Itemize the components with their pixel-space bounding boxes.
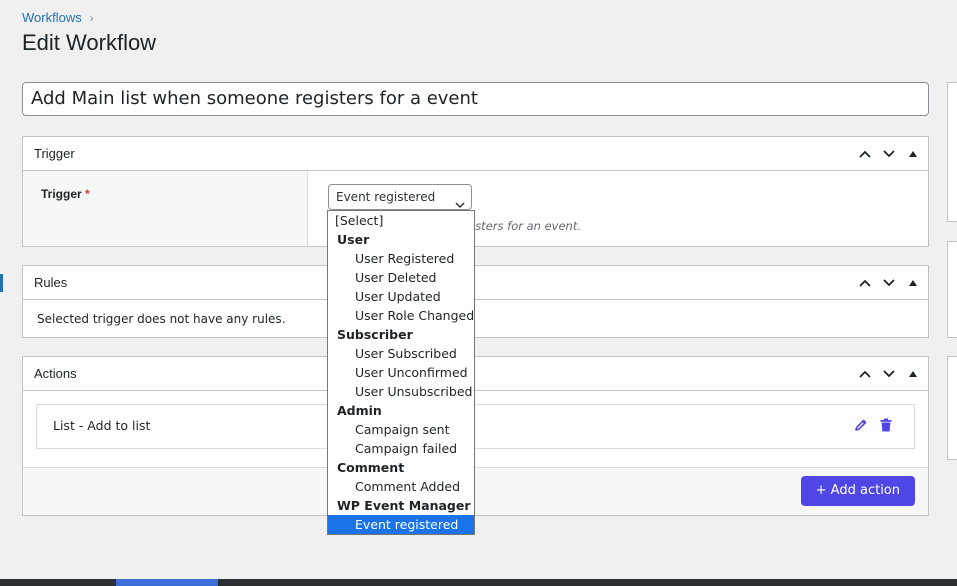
page-title: Edit Workflow bbox=[22, 30, 157, 55]
dropdown-option[interactable]: Campaign sent bbox=[328, 420, 474, 439]
required-mark: * bbox=[85, 187, 90, 201]
move-down-icon[interactable] bbox=[880, 145, 898, 163]
move-down-icon[interactable] bbox=[880, 274, 898, 292]
trigger-field-label: Trigger * bbox=[41, 187, 90, 201]
collapse-toggle-icon[interactable] bbox=[904, 145, 922, 163]
collapse-toggle-icon[interactable] bbox=[904, 274, 922, 292]
dropdown-group-label: Comment bbox=[337, 460, 405, 475]
dropdown-option[interactable]: [Select] bbox=[328, 211, 474, 230]
action-item-icons bbox=[854, 418, 892, 435]
pencil-icon[interactable] bbox=[854, 418, 868, 435]
trash-icon[interactable] bbox=[880, 418, 892, 435]
trigger-select-value: Event registered bbox=[336, 190, 436, 204]
action-item: List - Add to list bbox=[36, 404, 915, 449]
side-panel bbox=[947, 356, 957, 460]
taskbar-active-item[interactable] bbox=[116, 579, 218, 586]
actions-box-header: Actions bbox=[23, 357, 928, 391]
trigger-box: Trigger Trigger * Event registered ister… bbox=[22, 136, 929, 247]
workflow-name-input[interactable]: Add Main list when someone registers for… bbox=[22, 82, 929, 116]
trigger-select[interactable]: Event registered bbox=[328, 184, 472, 210]
breadcrumb-link-workflows[interactable]: Workflows bbox=[22, 10, 82, 25]
rules-box-controls bbox=[856, 266, 922, 299]
dropdown-option[interactable]: Comment Added bbox=[328, 477, 474, 496]
trigger-description: isters for an event. bbox=[472, 219, 582, 233]
breadcrumb-separator: › bbox=[89, 10, 94, 25]
trigger-box-controls bbox=[856, 137, 922, 170]
admin-menu-edge bbox=[0, 274, 3, 292]
dropdown-option[interactable]: User Registered bbox=[328, 249, 474, 268]
collapse-toggle-icon[interactable] bbox=[904, 365, 922, 383]
side-panel bbox=[947, 82, 957, 222]
trigger-label-text: Trigger bbox=[41, 187, 82, 201]
rules-box: Rules Selected trigger does not have any… bbox=[22, 265, 929, 338]
actions-footer: + Add action bbox=[23, 467, 928, 515]
dropdown-group-label: WP Event Manager bbox=[337, 498, 471, 513]
dropdown-option[interactable]: User Subscribed bbox=[328, 344, 474, 363]
move-up-icon[interactable] bbox=[856, 145, 874, 163]
trigger-box-header: Trigger bbox=[23, 137, 928, 171]
side-panel bbox=[947, 241, 957, 338]
actions-box-controls bbox=[856, 357, 922, 390]
dropdown-option[interactable]: User Unconfirmed bbox=[328, 363, 474, 382]
trigger-dropdown-list: [Select] User User Registered User Deleted U… bbox=[327, 210, 475, 535]
rules-box-title: Rules bbox=[34, 275, 68, 290]
trigger-label-cell: Trigger * bbox=[23, 171, 308, 246]
dropdown-group-label: Admin bbox=[337, 403, 382, 418]
dropdown-option[interactable]: Campaign failed bbox=[328, 439, 474, 458]
dropdown-group-label: Subscriber bbox=[337, 327, 413, 342]
dropdown-option[interactable]: User Deleted bbox=[328, 268, 474, 287]
action-item-label: List - Add to list bbox=[53, 418, 151, 433]
actions-box-title: Actions bbox=[34, 366, 77, 381]
move-up-icon[interactable] bbox=[856, 274, 874, 292]
actions-box: Actions List - Add to list + Add action bbox=[22, 356, 929, 516]
dropdown-option[interactable]: User Role Changed bbox=[328, 306, 474, 325]
breadcrumb: Workflows › bbox=[22, 10, 94, 25]
dropdown-option[interactable]: User Unsubscribed bbox=[328, 382, 474, 401]
rules-box-header: Rules bbox=[23, 266, 928, 300]
trigger-box-title: Trigger bbox=[34, 146, 75, 161]
rules-message: Selected trigger does not have any rules… bbox=[37, 312, 286, 326]
dropdown-group-label: User bbox=[337, 232, 370, 247]
dropdown-option[interactable]: User Updated bbox=[328, 287, 474, 306]
dropdown-option[interactable]: Event registered bbox=[328, 515, 474, 534]
move-up-icon[interactable] bbox=[856, 365, 874, 383]
taskbar bbox=[0, 579, 957, 586]
add-action-button[interactable]: + Add action bbox=[800, 476, 915, 506]
move-down-icon[interactable] bbox=[880, 365, 898, 383]
